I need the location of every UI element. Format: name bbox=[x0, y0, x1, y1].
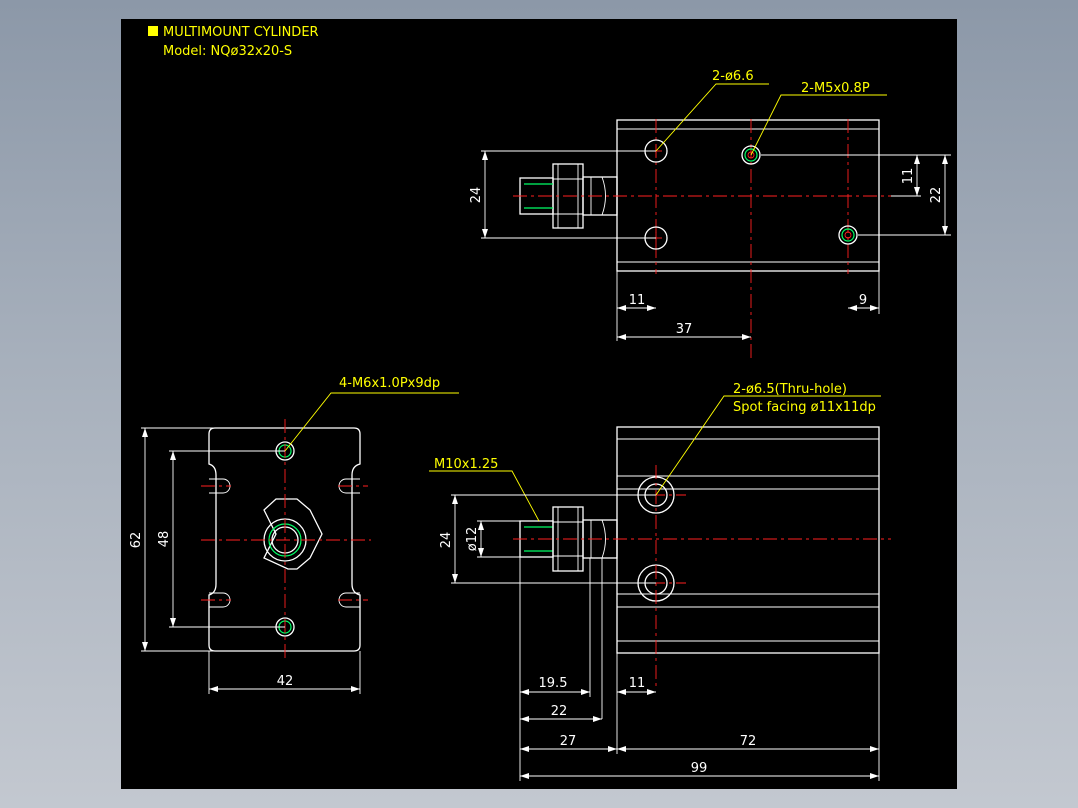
dim-side-dia-12: ø12 bbox=[465, 527, 480, 552]
front-view: 4-M6x1.0Px9dp 62 48 42 bbox=[129, 376, 459, 694]
callout-thru-hole: 2-ø6.5(Thru-hole) bbox=[733, 382, 847, 397]
title-marker-icon bbox=[148, 26, 158, 36]
dim-front-62: 62 bbox=[129, 532, 144, 549]
dim-side-27: 27 bbox=[560, 734, 577, 749]
drawing-model: Model: NQø32x20-S bbox=[163, 44, 292, 59]
dim-top-24: 24 bbox=[469, 187, 484, 204]
top-view: 2-ø6.6 2-M5x0.8P 24 11 22 11 9 37 bbox=[469, 69, 951, 359]
dim-side-11: 11 bbox=[629, 676, 646, 691]
cad-drawing: MULTIMOUNT CYLINDER Model: NQø32x20-S 2-… bbox=[129, 25, 951, 781]
dim-front-42: 42 bbox=[277, 674, 294, 689]
callout-thread-m10: M10x1.25 bbox=[434, 457, 498, 472]
side-view: 2-ø6.5(Thru-hole) Spot facing ø11x11dp M… bbox=[429, 382, 891, 781]
dim-side-19-5: 19.5 bbox=[539, 676, 568, 691]
dim-front-48: 48 bbox=[157, 531, 172, 548]
dim-top-37: 37 bbox=[676, 322, 693, 337]
drawing-title: MULTIMOUNT CYLINDER bbox=[163, 25, 319, 40]
dim-side-72: 72 bbox=[740, 734, 757, 749]
dim-side-24: 24 bbox=[439, 532, 454, 549]
dim-top-22: 22 bbox=[929, 187, 944, 204]
dim-top-9: 9 bbox=[859, 293, 867, 308]
callout-tapped-m5: 2-M5x0.8P bbox=[801, 81, 870, 96]
dim-side-99: 99 bbox=[691, 761, 708, 776]
dim-top-11-horizontal: 11 bbox=[629, 293, 646, 308]
callout-spot-facing: Spot facing ø11x11dp bbox=[733, 400, 876, 415]
dim-side-22: 22 bbox=[551, 704, 568, 719]
title-block: MULTIMOUNT CYLINDER Model: NQø32x20-S bbox=[148, 25, 319, 59]
callout-holes-6-6: 2-ø6.6 bbox=[712, 69, 754, 84]
callout-front-m6: 4-M6x1.0Px9dp bbox=[339, 376, 440, 391]
drawing-sheet: MULTIMOUNT CYLINDER Model: NQø32x20-S 2-… bbox=[121, 19, 957, 789]
dim-top-11-vertical: 11 bbox=[901, 168, 916, 185]
